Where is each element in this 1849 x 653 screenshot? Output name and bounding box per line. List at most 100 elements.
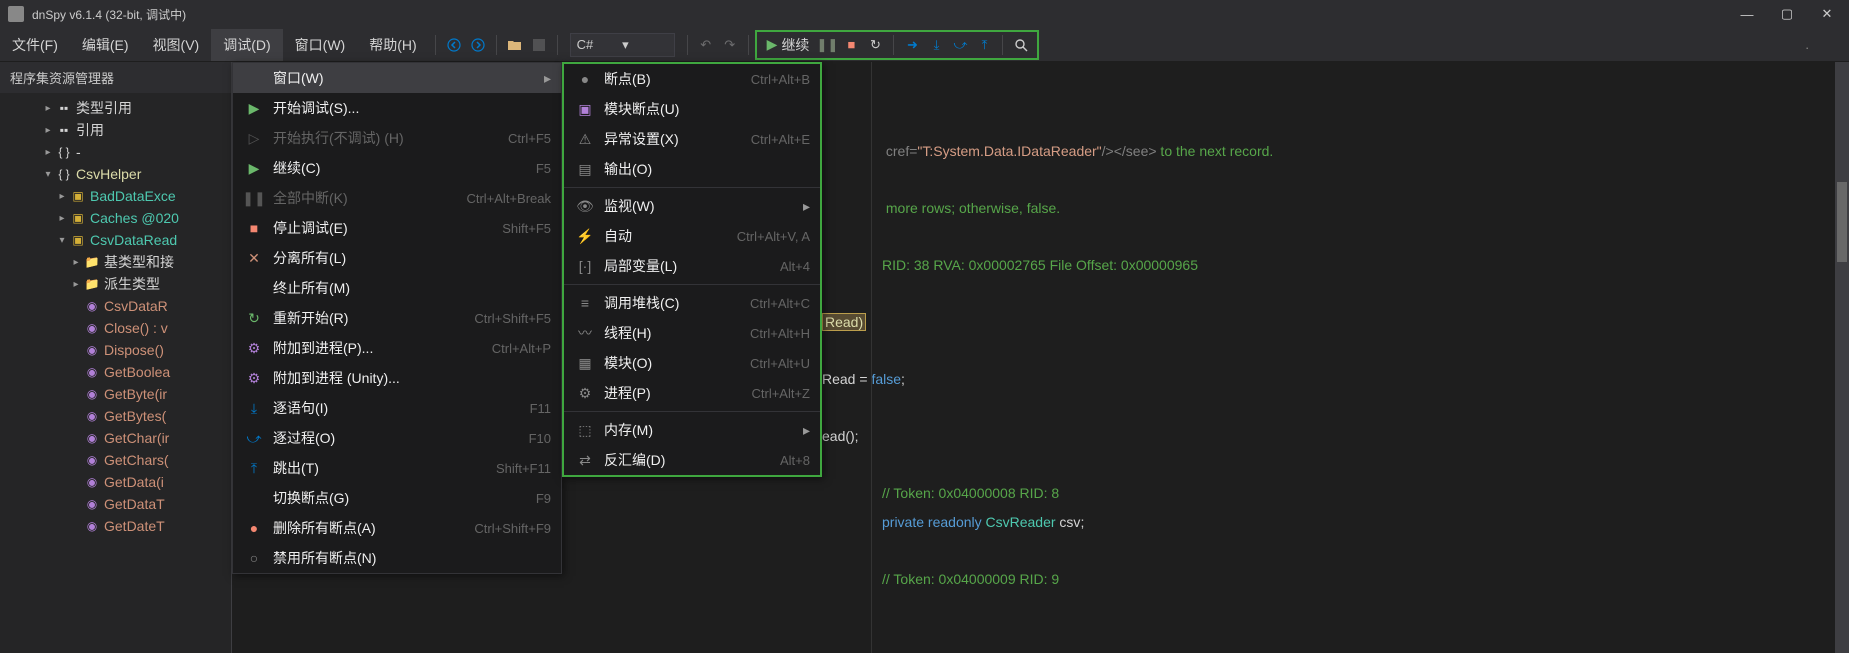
nav-forward-button[interactable] — [466, 33, 490, 57]
menu-file[interactable]: 文件(F) — [0, 29, 70, 61]
tree-item[interactable]: ◉GetByte(ir — [0, 383, 231, 405]
submenu-item[interactable]: [·]局部变量(L)Alt+4 — [564, 251, 820, 281]
step-out-button[interactable]: ⤒ — [972, 33, 996, 57]
submenu-item[interactable]: ▤输出(O) — [564, 154, 820, 184]
redo-button[interactable]: ↷ — [718, 33, 742, 57]
tree-item[interactable]: ◉GetData(i — [0, 471, 231, 493]
submenu-item[interactable]: ▦模块(O)Ctrl+Alt+U — [564, 348, 820, 378]
menu-item[interactable]: ○禁用所有断点(N) — [233, 543, 561, 573]
menu-window[interactable]: 窗口(W) — [283, 29, 358, 61]
submenu-item[interactable]: ⚙进程(P)Ctrl+Alt+Z — [564, 378, 820, 408]
submenu-item[interactable]: ⚠异常设置(X)Ctrl+Alt+E — [564, 124, 820, 154]
expander-icon[interactable]: ▸ — [70, 256, 82, 268]
step-into-button[interactable]: ⤓ — [924, 33, 948, 57]
menu-item[interactable]: ▷开始执行(不调试) (H)Ctrl+F5 — [233, 123, 561, 153]
submenu-item[interactable]: ≡调用堆栈(C)Ctrl+Alt+C — [564, 288, 820, 318]
tree-item[interactable]: ▸▪▪类型引用 — [0, 97, 231, 119]
tree-item[interactable]: ▸📁派生类型 — [0, 273, 231, 295]
show-next-stmt-button[interactable]: ➜ — [900, 33, 924, 57]
menu-item[interactable]: ⤒跳出(T)Shift+F11 — [233, 453, 561, 483]
expander-icon[interactable]: ▸ — [42, 124, 54, 136]
menu-item[interactable]: ⤓逐语句(I)F11 — [233, 393, 561, 423]
expander-icon[interactable]: ▸ — [42, 102, 54, 114]
menu-item[interactable]: 窗口(W)▸ — [233, 63, 561, 93]
tree-item[interactable]: ◉GetChars( — [0, 449, 231, 471]
assembly-explorer: 程序集资源管理器 ▸▪▪类型引用▸▪▪引用▸{ }-▾{ }CsvHelper▸… — [0, 62, 232, 653]
expander-icon[interactable] — [70, 344, 82, 356]
tree-item[interactable]: ◉GetDateT — [0, 515, 231, 537]
tree-item[interactable]: ▸▪▪引用 — [0, 119, 231, 141]
language-combo[interactable]: C# ▾ — [570, 33, 675, 57]
tree-item[interactable]: ◉Dispose() — [0, 339, 231, 361]
expander-icon[interactable]: ▸ — [56, 212, 68, 224]
tree-item[interactable]: ◉GetChar(ir — [0, 427, 231, 449]
submenu-item[interactable]: 〰线程(H)Ctrl+Alt+H — [564, 318, 820, 348]
tree-item[interactable]: ◉CsvDataR — [0, 295, 231, 317]
expander-icon[interactable] — [70, 520, 82, 532]
restart-button[interactable]: ↻ — [863, 33, 887, 57]
expander-icon[interactable]: ▸ — [70, 278, 82, 290]
menu-item[interactable]: ✕分离所有(L) — [233, 243, 561, 273]
tree-item[interactable]: ▸▣Caches @020 — [0, 207, 231, 229]
menu-item[interactable]: ⤻逐过程(O)F10 — [233, 423, 561, 453]
menu-item[interactable]: ●删除所有断点(A)Ctrl+Shift+F9 — [233, 513, 561, 543]
tree-item[interactable]: ▸▣BadDataExce — [0, 185, 231, 207]
menu-item[interactable]: 终止所有(M) — [233, 273, 561, 303]
expander-icon[interactable] — [70, 300, 82, 312]
expander-icon[interactable] — [70, 322, 82, 334]
tree-item[interactable]: ◉GetDataT — [0, 493, 231, 515]
submenu-item[interactable]: 👁监视(W)▸ — [564, 191, 820, 221]
expander-icon[interactable]: ▾ — [42, 168, 54, 180]
expander-icon[interactable] — [70, 498, 82, 510]
menu-edit[interactable]: 编辑(E) — [70, 29, 141, 61]
tree-item[interactable]: ▾{ }CsvHelper — [0, 163, 231, 185]
continue-button[interactable]: ▶ 继续 — [761, 33, 816, 57]
expander-icon[interactable] — [70, 410, 82, 422]
tree-item[interactable]: ◉Close() : v — [0, 317, 231, 339]
submenu-item[interactable]: ●断点(B)Ctrl+Alt+B — [564, 64, 820, 94]
nav-back-button[interactable] — [442, 33, 466, 57]
search-button[interactable] — [1009, 33, 1033, 57]
undo-button[interactable]: ↶ — [694, 33, 718, 57]
break-all-button[interactable]: ❚❚ — [815, 33, 839, 57]
expander-icon[interactable]: ▸ — [56, 190, 68, 202]
menu-item[interactable]: ■停止调试(E)Shift+F5 — [233, 213, 561, 243]
expander-icon[interactable] — [70, 366, 82, 378]
expander-icon[interactable] — [70, 432, 82, 444]
open-button[interactable] — [503, 33, 527, 57]
submenu-item[interactable]: ⚡自动Ctrl+Alt+V, A — [564, 221, 820, 251]
expander-icon[interactable] — [70, 454, 82, 466]
minimize-button[interactable]: — — [1733, 4, 1761, 24]
submenu-item[interactable]: ▣模块断点(U) — [564, 94, 820, 124]
step-over-button[interactable]: ⤻ — [948, 33, 972, 57]
menu-view[interactable]: 视图(V) — [141, 29, 212, 61]
menu-item[interactable]: ⚙附加到进程(P)...Ctrl+Alt+P — [233, 333, 561, 363]
tree-item[interactable]: ◉GetBoolea — [0, 361, 231, 383]
menu-item[interactable]: ▶开始调试(S)... — [233, 93, 561, 123]
maximize-button[interactable]: ▢ — [1773, 4, 1801, 24]
menu-item[interactable]: ↻重新开始(R)Ctrl+Shift+F5 — [233, 303, 561, 333]
tree-item[interactable]: ◉GetBytes( — [0, 405, 231, 427]
tree-item[interactable]: ▸📁基类型和接 — [0, 251, 231, 273]
save-button[interactable] — [527, 33, 551, 57]
menu-shortcut: Ctrl+Alt+P — [492, 341, 551, 356]
menu-item[interactable]: ❚❚全部中断(K)Ctrl+Alt+Break — [233, 183, 561, 213]
assembly-tree[interactable]: ▸▪▪类型引用▸▪▪引用▸{ }-▾{ }CsvHelper▸▣BadDataE… — [0, 93, 231, 541]
tree-item[interactable]: ▾▣CsvDataRead — [0, 229, 231, 251]
expander-icon[interactable] — [70, 388, 82, 400]
menu-item[interactable]: ⚙附加到进程 (Unity)... — [233, 363, 561, 393]
submenu-item[interactable]: ⬚内存(M)▸ — [564, 415, 820, 445]
stop-debug-button[interactable]: ■ — [839, 33, 863, 57]
code-area[interactable]: cref="T:System.Data.IDataReader"/></see>… — [822, 62, 1849, 653]
tree-item[interactable]: ▸{ }- — [0, 141, 231, 163]
expander-icon[interactable] — [70, 476, 82, 488]
expander-icon[interactable]: ▾ — [56, 234, 68, 246]
menu-item[interactable]: 切换断点(G)F9 — [233, 483, 561, 513]
menu-help[interactable]: 帮助(H) — [357, 29, 428, 61]
submenu-item[interactable]: ⇄反汇编(D)Alt+8 — [564, 445, 820, 475]
close-button[interactable]: ✕ — [1813, 4, 1841, 24]
expander-icon[interactable]: ▸ — [42, 146, 54, 158]
menu-debug[interactable]: 调试(D) — [211, 29, 282, 61]
menu-item[interactable]: ▶继续(C)F5 — [233, 153, 561, 183]
vertical-scrollbar[interactable] — [1835, 62, 1849, 653]
